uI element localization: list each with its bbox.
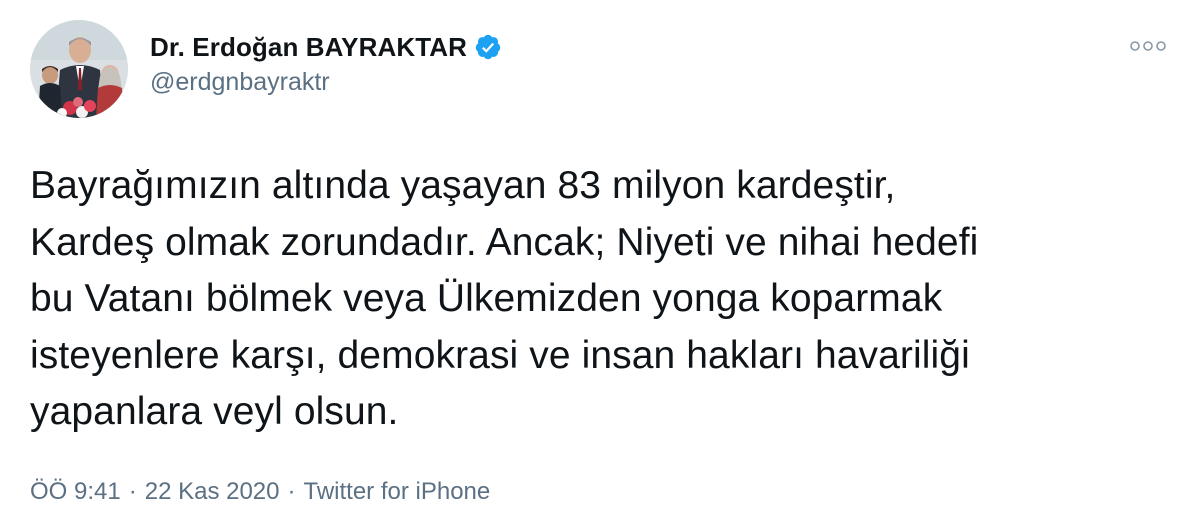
user-info: Dr. Erdoğan BAYRAKTAR @erdgnbayraktr (150, 30, 502, 97)
tweet-time-link[interactable]: ÖÖ 9:41 (30, 478, 121, 506)
avatar-photo-icon (30, 20, 128, 118)
tweet-source-link[interactable]: Twitter for iPhone (304, 478, 491, 506)
meta-separator-2: · (287, 478, 296, 505)
display-name[interactable]: Dr. Erdoğan BAYRAKTAR (150, 32, 467, 63)
tweet-date-link[interactable]: 22 Kas 2020 (145, 478, 280, 506)
tweet-card: Dr. Erdoğan BAYRAKTAR @erdgnbayraktr Bay… (0, 0, 1200, 530)
user-handle[interactable]: @erdgnbayraktr (150, 68, 502, 97)
more-options-button[interactable] (1128, 34, 1168, 58)
avatar[interactable] (30, 20, 128, 118)
more-options-icon (1130, 41, 1166, 51)
tweet-metadata: ÖÖ 9:41 · 22 Kas 2020 · Twitter for iPho… (30, 478, 490, 506)
name-row: Dr. Erdoğan BAYRAKTAR (150, 30, 502, 64)
meta-separator: · (128, 478, 137, 505)
tweet-text: Bayrağımızın altında yaşayan 83 milyon k… (30, 164, 979, 433)
verified-badge-icon (474, 33, 502, 61)
